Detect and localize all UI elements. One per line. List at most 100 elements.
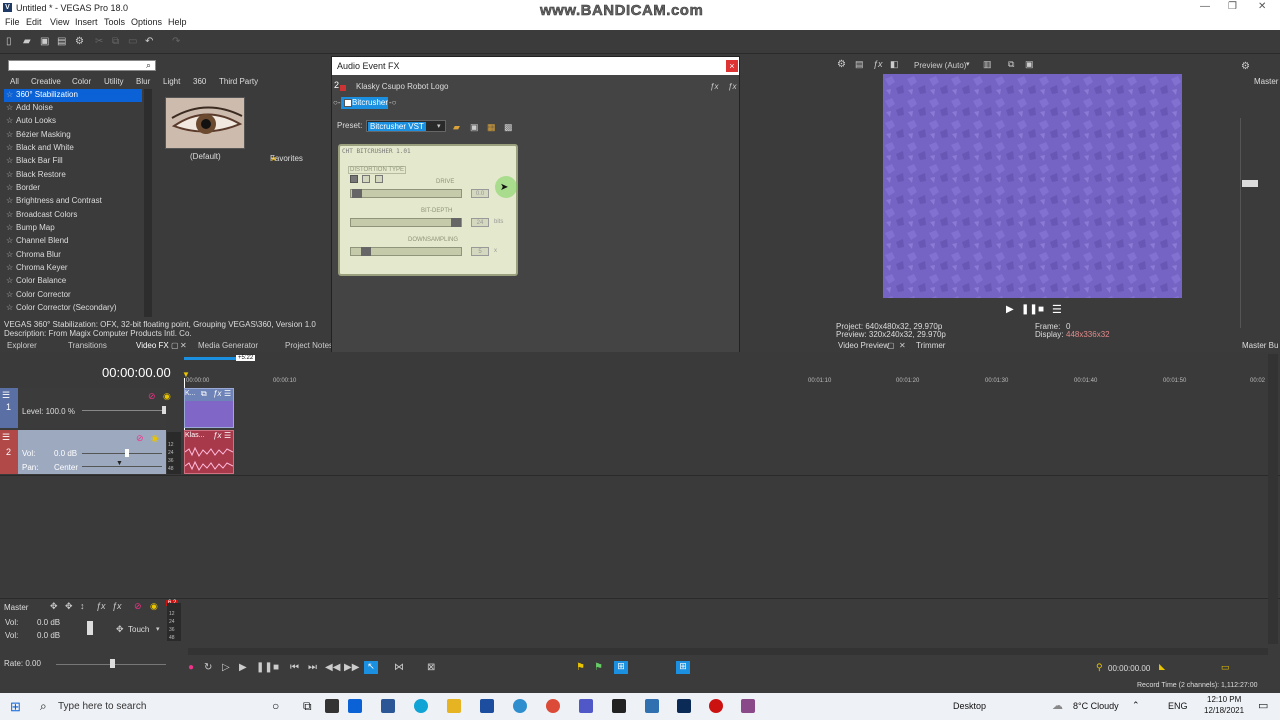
- master-fx-chain-icon[interactable]: ✥: [65, 601, 73, 612]
- tab-video-preview[interactable]: Video Preview: [838, 341, 889, 350]
- master-fader[interactable]: [87, 621, 93, 635]
- taskbar-date[interactable]: 12/18/2021: [1204, 706, 1244, 715]
- automation-icon[interactable]: ↕: [80, 601, 85, 611]
- menu-insert[interactable]: Insert: [75, 17, 98, 27]
- list-item[interactable]: ☆ Border: [4, 182, 142, 195]
- loop-region-bar[interactable]: [184, 357, 236, 360]
- downsampling-slider[interactable]: [350, 247, 462, 256]
- paste-icon[interactable]: ▭: [128, 37, 138, 47]
- tab-project-notes[interactable]: Project Notes: [285, 341, 333, 350]
- list-item[interactable]: ☆ 360° Stabilization: [4, 89, 142, 102]
- automation-mode-icon[interactable]: ✥: [116, 624, 124, 635]
- event-menu-icon[interactable]: ☰: [224, 431, 231, 440]
- previous-frame-icon[interactable]: ◀◀: [325, 662, 340, 673]
- menu-options[interactable]: Options: [131, 17, 162, 27]
- cortana-icon[interactable]: ○: [272, 699, 279, 713]
- preview-device-icon[interactable]: ▤: [855, 59, 864, 70]
- stop-icon[interactable]: ■: [273, 662, 279, 673]
- mail-app-icon[interactable]: [348, 699, 362, 713]
- new-file-icon[interactable]: ▯: [6, 37, 16, 47]
- minimize-icon[interactable]: —: [1200, 1, 1210, 12]
- maximize-icon[interactable]: ❐: [1228, 1, 1237, 12]
- task-view-icon[interactable]: ⧉: [303, 699, 312, 714]
- track-menu-icon[interactable]: ☰: [2, 390, 10, 401]
- timeline-scrollbar[interactable]: [1268, 354, 1278, 644]
- master-bus-tab[interactable]: Master Bu: [1242, 341, 1278, 350]
- notifications-icon[interactable]: ▭: [1258, 699, 1268, 712]
- properties-gear-icon[interactable]: ⚙: [837, 59, 846, 70]
- save-as-icon[interactable]: ▤: [57, 37, 67, 47]
- track-level-slider-knob[interactable]: [162, 406, 166, 414]
- undo-icon[interactable]: ↶: [145, 37, 155, 47]
- bitdepth-slider[interactable]: [350, 218, 462, 227]
- copy-icon[interactable]: ⧉: [112, 37, 122, 47]
- vol-slider-knob[interactable]: [125, 449, 129, 457]
- normal-edit-tool-icon[interactable]: ↖: [364, 661, 378, 674]
- save-icon[interactable]: ▣: [40, 37, 50, 47]
- tab-trimmer[interactable]: Trimmer: [916, 341, 945, 350]
- list-item[interactable]: ☆ Auto Looks: [4, 115, 142, 128]
- pause-icon[interactable]: ❚❚: [256, 662, 273, 673]
- bitdepth-value[interactable]: 24: [471, 218, 489, 227]
- list-item[interactable]: ☆ Color Corrector: [4, 289, 142, 302]
- dialog-close-button[interactable]: ×: [726, 60, 738, 72]
- tab-transitions[interactable]: Transitions: [68, 341, 107, 350]
- pause-icon[interactable]: ❚❚: [1021, 304, 1038, 315]
- tab-color[interactable]: Color: [72, 77, 91, 86]
- bypass-checkbox[interactable]: [344, 99, 352, 107]
- save-preset-icon[interactable]: ▣: [470, 122, 479, 133]
- marker-icon[interactable]: ⚑: [576, 662, 585, 673]
- tab-360[interactable]: 360: [193, 77, 206, 86]
- tab-media-generator[interactable]: Media Generator: [198, 341, 258, 350]
- loop-icon[interactable]: ↻: [204, 662, 212, 673]
- weather-text[interactable]: 8°C Cloudy: [1073, 701, 1119, 711]
- fx-list-scrollbar[interactable]: [144, 89, 152, 317]
- windows-start-icon[interactable]: ⊞: [10, 699, 21, 715]
- file-explorer-icon[interactable]: [447, 699, 461, 713]
- video-event[interactable]: K... ⧉ ƒx ☰: [184, 388, 234, 428]
- list-item[interactable]: ☆ Broadcast Colors: [4, 209, 142, 222]
- tab-video-fx[interactable]: Video FX: [136, 341, 169, 350]
- menu-view[interactable]: View: [50, 17, 69, 27]
- track-menu-icon[interactable]: ☰: [2, 432, 10, 443]
- list-item[interactable]: ☆ Black and White: [4, 142, 142, 155]
- fx-plugin-chooser-icon[interactable]: ƒx: [710, 82, 718, 91]
- remove-fx-icon[interactable]: ƒx: [728, 82, 736, 91]
- list-item[interactable]: ☆ Brightness and Contrast: [4, 195, 142, 208]
- play-icon[interactable]: ▶: [239, 662, 247, 673]
- list-item[interactable]: ☆ Black Restore: [4, 169, 142, 182]
- mute-icon[interactable]: ⊘: [148, 391, 156, 402]
- cut-icon[interactable]: ✂: [95, 37, 105, 47]
- video-fx-icon[interactable]: ƒx: [873, 59, 883, 69]
- taskbar-search-input[interactable]: Type here to search: [58, 701, 146, 712]
- next-frame-icon[interactable]: ▶▶: [344, 662, 359, 673]
- master-gear-icon[interactable]: ⚙: [1241, 61, 1250, 72]
- drive-slider[interactable]: [350, 189, 462, 198]
- drive-value[interactable]: 0.0: [471, 189, 489, 198]
- tab-third-party[interactable]: Third Party: [219, 77, 258, 86]
- search-icon[interactable]: ⌕: [146, 60, 151, 71]
- edge-app-icon[interactable]: [414, 699, 428, 713]
- distortion-type-2-button[interactable]: [362, 175, 370, 183]
- timeline-marker[interactable]: +5:22: [236, 355, 256, 361]
- language-indicator[interactable]: ENG: [1168, 701, 1188, 711]
- tab-close-icon[interactable]: ✕: [899, 341, 906, 350]
- browser-app-icon[interactable]: [513, 699, 527, 713]
- overlays-icon[interactable]: ▥: [983, 59, 992, 70]
- preview-quality-dropdown[interactable]: Preview (Auto): [914, 61, 966, 70]
- solo-icon[interactable]: ◉: [163, 391, 171, 402]
- auto-ripple-icon[interactable]: ⊞: [676, 661, 690, 674]
- bitdepth-slider-knob[interactable]: [451, 218, 461, 227]
- menu-file[interactable]: File: [5, 17, 20, 27]
- open-folder-icon[interactable]: ▰: [23, 37, 33, 47]
- split-screen-icon[interactable]: ◧: [890, 59, 899, 70]
- epic-games-icon[interactable]: [612, 699, 626, 713]
- menu-help[interactable]: Help: [168, 17, 187, 27]
- tab-blur[interactable]: Blur: [136, 77, 150, 86]
- pan-crop-icon[interactable]: ⧉: [201, 389, 207, 399]
- fx-icon-2[interactable]: ƒx: [112, 601, 122, 611]
- properties-gear-icon[interactable]: ⚙: [75, 37, 85, 47]
- record-icon[interactable]: ●: [188, 662, 194, 673]
- taskbar-time[interactable]: 12:10 PM: [1207, 695, 1241, 704]
- track-level-slider[interactable]: [82, 410, 162, 411]
